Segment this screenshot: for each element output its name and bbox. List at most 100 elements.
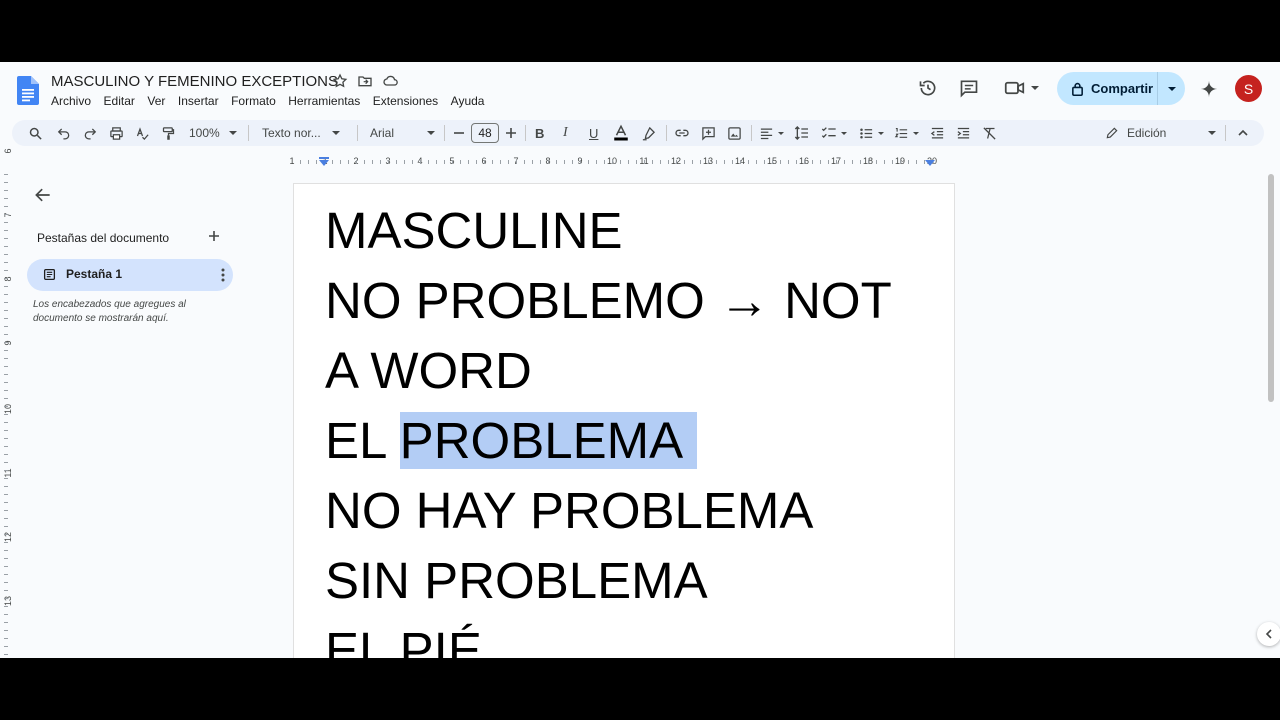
- chevron-down-icon: [841, 131, 847, 135]
- document-line[interactable]: NO HAY PROBLEMA: [325, 476, 813, 546]
- gemini-icon[interactable]: [1199, 79, 1219, 99]
- document-line[interactable]: EL PROBLEMA: [325, 406, 698, 476]
- indent-marker-icon[interactable]: [318, 157, 330, 167]
- document-title[interactable]: MASCULINO Y FEMENINO EXCEPTIONS: [51, 73, 338, 90]
- underline-button[interactable]: U: [589, 120, 598, 146]
- ruler-tick: [916, 160, 917, 164]
- menu-ver[interactable]: Ver: [147, 93, 172, 109]
- chevron-up-icon: [1238, 129, 1248, 136]
- toolbar-divider: [357, 125, 358, 141]
- numbered-list-button[interactable]: [894, 120, 919, 146]
- cloud-status-icon[interactable]: [382, 73, 399, 89]
- ruler-tick: [4, 358, 8, 359]
- bullet-list-button[interactable]: [859, 120, 884, 146]
- right-indent-marker-icon[interactable]: [925, 159, 935, 167]
- document-line[interactable]: NO PROBLEMO → NOT: [325, 266, 892, 336]
- paragraph-style-select[interactable]: Texto nor...: [262, 120, 340, 146]
- comment-add-icon: [702, 126, 715, 141]
- checklist-button[interactable]: [821, 120, 847, 146]
- document-line[interactable]: SIN PROBLEMA: [325, 546, 708, 616]
- ruler-tick: [612, 160, 613, 164]
- ruler-tick: [4, 174, 8, 175]
- line-text: EL PIÉ: [325, 622, 482, 658]
- decrease-font-size-button[interactable]: [453, 120, 465, 146]
- horizontal-ruler[interactable]: 11234567891011121314151617181920: [280, 154, 970, 170]
- menu-herramientas[interactable]: Herramientas: [288, 93, 367, 109]
- bold-icon: B: [535, 125, 545, 141]
- tab-item-pestana-1[interactable]: Pestaña 1: [27, 259, 233, 291]
- ruler-tick: [788, 160, 789, 164]
- ruler-tick: [4, 606, 8, 607]
- ruler-tick: [708, 160, 709, 164]
- undo-button[interactable]: [57, 120, 71, 146]
- menu-ayuda[interactable]: Ayuda: [451, 93, 491, 109]
- add-tab-button[interactable]: [204, 226, 224, 246]
- ruler-tick: [716, 160, 717, 164]
- more-vert-icon[interactable]: [215, 267, 231, 283]
- hide-menus-button[interactable]: [1237, 120, 1249, 146]
- move-folder-icon[interactable]: [357, 73, 373, 89]
- history-icon[interactable]: [918, 78, 938, 98]
- insert-link-button[interactable]: [674, 120, 690, 146]
- increase-font-size-button[interactable]: [505, 120, 517, 146]
- editing-mode-select[interactable]: Edición: [1105, 120, 1217, 146]
- selected-text[interactable]: PROBLEMA: [399, 412, 698, 469]
- share-button[interactable]: Compartir: [1057, 72, 1185, 105]
- document-line[interactable]: MASCULINE: [325, 196, 623, 266]
- document-line[interactable]: A WORD: [325, 336, 532, 406]
- document-page[interactable]: MASCULINE NO PROBLEMO → NOT A WORD EL PROBL…: [293, 183, 955, 658]
- checklist-icon: [821, 127, 836, 138]
- italic-button[interactable]: I: [563, 120, 568, 146]
- menu-editar[interactable]: Editar: [104, 93, 142, 109]
- vertical-ruler[interactable]: 67891011121314: [0, 149, 14, 658]
- ruler-tick: [4, 390, 8, 391]
- ruler-tick: [684, 160, 685, 164]
- spellcheck-button[interactable]: [135, 120, 150, 146]
- search-menus-button[interactable]: [28, 120, 43, 146]
- ruler-tick: [460, 160, 461, 164]
- redo-button[interactable]: [83, 120, 97, 146]
- lock-icon: [1072, 82, 1083, 96]
- clear-formatting-button[interactable]: [982, 120, 997, 146]
- avatar[interactable]: S: [1235, 75, 1262, 102]
- highlight-button[interactable]: [641, 120, 656, 146]
- line-text: EL: [325, 412, 400, 469]
- docs-app: MASCULINO Y FEMENINO EXCEPTIONS Archivo …: [0, 62, 1280, 658]
- print-button[interactable]: [109, 120, 124, 146]
- scrollbar[interactable]: [1266, 172, 1276, 658]
- insert-image-button[interactable]: [727, 120, 742, 146]
- text-color-button[interactable]: [612, 120, 630, 146]
- menu-archivo[interactable]: Archivo: [51, 93, 98, 109]
- ruler-tick: [900, 160, 901, 164]
- ruler-tick: [420, 160, 421, 164]
- align-button[interactable]: [759, 120, 784, 146]
- add-comment-button[interactable]: [701, 120, 716, 146]
- star-icon[interactable]: [332, 73, 348, 89]
- line-spacing-button[interactable]: [794, 120, 810, 146]
- bold-button[interactable]: B: [535, 120, 544, 146]
- ruler-tick: [4, 478, 8, 479]
- share-main[interactable]: Compartir: [1057, 72, 1158, 105]
- menu-extensiones[interactable]: Extensiones: [373, 93, 445, 109]
- font-size-input[interactable]: 48: [471, 123, 499, 143]
- menu-insertar[interactable]: Insertar: [178, 93, 225, 109]
- toolbar-divider: [444, 125, 445, 141]
- menu-formato[interactable]: Formato: [231, 93, 282, 109]
- font-select[interactable]: Arial: [370, 120, 436, 146]
- zoom-select[interactable]: 100%: [189, 120, 237, 146]
- scrollbar-thumb[interactable]: [1268, 174, 1274, 402]
- ruler-tick: [4, 422, 8, 423]
- increase-indent-button[interactable]: [956, 120, 971, 146]
- toolbar: 100% Texto nor... Arial 48 B I U Edición: [12, 120, 1264, 146]
- comments-icon[interactable]: [959, 78, 979, 98]
- back-arrow-icon[interactable]: [33, 185, 53, 205]
- side-panel-toggle[interactable]: [1257, 622, 1280, 646]
- ruler-tick: [4, 550, 8, 551]
- docs-logo-icon[interactable]: [17, 76, 39, 105]
- document-line[interactable]: EL PIÉ: [325, 616, 482, 658]
- ruler-tick: [4, 622, 8, 623]
- decrease-indent-button[interactable]: [930, 120, 945, 146]
- paint-format-button[interactable]: [161, 120, 176, 146]
- meet-button[interactable]: [1004, 79, 1039, 97]
- share-dropdown[interactable]: [1158, 72, 1185, 105]
